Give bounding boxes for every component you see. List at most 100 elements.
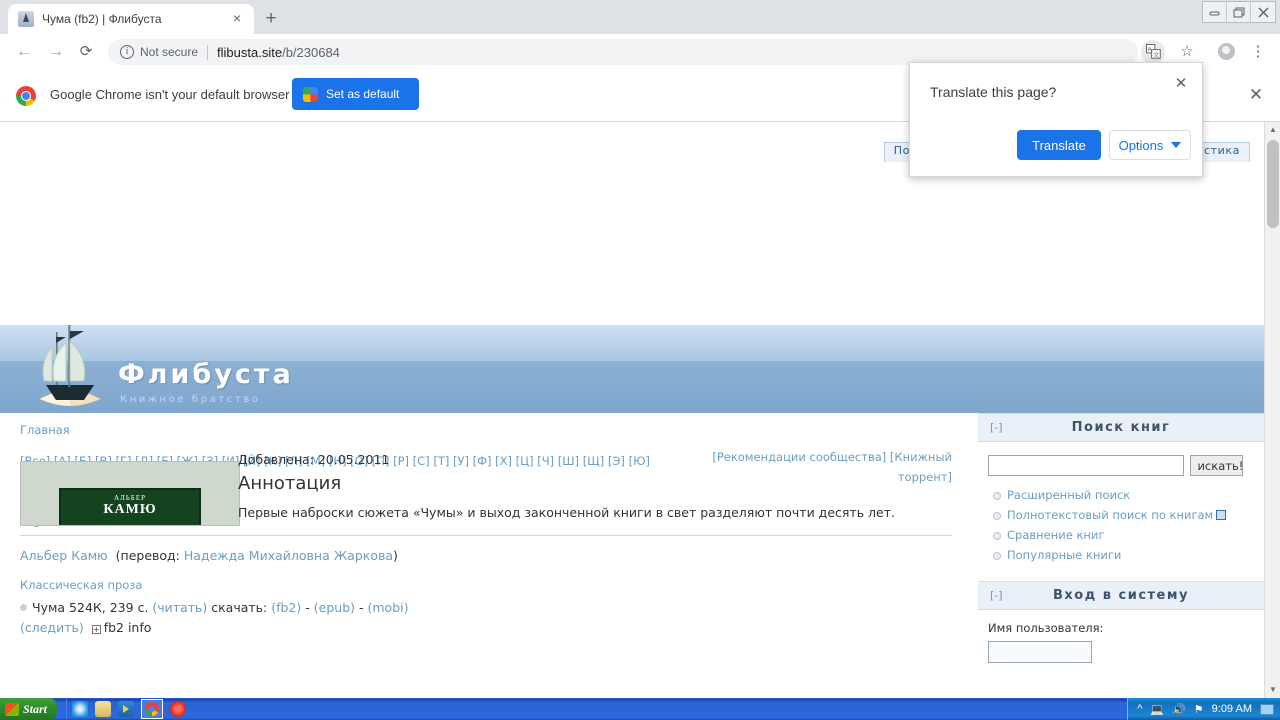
scroll-up-arrow[interactable]: ▲ [1265, 122, 1280, 138]
chrome-menu-icon[interactable]: ⋮ [1246, 40, 1270, 64]
page-viewport: Помощь и контакты Книжная полка Статисти… [0, 122, 1280, 698]
site-subtitle: Книжное братство [120, 394, 261, 405]
chevron-down-icon [1171, 142, 1182, 148]
advanced-search-link[interactable]: Расширенный поиск [1007, 488, 1130, 502]
reload-icon[interactable]: ⟳ [74, 40, 98, 64]
minimize-icon [1209, 11, 1220, 16]
file-line: Чума 524К, 239 с. (читать) скачать: (fb2… [20, 600, 409, 635]
genre-line: Классическая проза [20, 578, 952, 592]
annotation-text: Первые наброски сюжета «Чумы» и выход за… [238, 505, 895, 520]
translate-options-button[interactable]: Options [1109, 130, 1191, 160]
windows-flag-icon [5, 702, 19, 716]
close-button[interactable] [1251, 2, 1275, 22]
download-epub-link[interactable]: (epub) [314, 600, 355, 615]
translate-bubble: Translate this page? ✕ Translate Options [909, 62, 1203, 177]
translate-bubble-title: Translate this page? [930, 84, 1057, 100]
minimize-button[interactable] [1203, 2, 1227, 22]
breadcrumb: Главная [20, 423, 952, 437]
translate-button[interactable]: Translate [1017, 130, 1101, 160]
omnibox-divider [207, 44, 209, 60]
chrome-logo-icon [16, 86, 36, 106]
close-icon[interactable]: ✕ [1172, 75, 1190, 93]
svg-text:文: 文 [1153, 51, 1159, 59]
file-size: 524К [69, 600, 102, 615]
book-cover-image[interactable]: АЛЬБЕР КАМЮ [20, 461, 240, 526]
chevron-up-icon[interactable]: ^ [1137, 703, 1142, 715]
read-link[interactable]: (читать) [152, 600, 207, 615]
compare-books-link[interactable]: Сравнение книг [1007, 528, 1104, 542]
annotation-block: Добавлена: 20.05.2011 Аннотация Первые н… [238, 452, 958, 521]
info-icon[interactable]: i [120, 45, 134, 59]
list-item[interactable]: Расширенный поиск [992, 485, 1254, 505]
close-icon[interactable]: × [230, 11, 244, 26]
profile-avatar-icon[interactable] [1214, 40, 1238, 64]
show-desktop-icon[interactable] [1260, 703, 1274, 715]
site-banner: Флибуста Книжное братство [0, 325, 1264, 413]
folder-icon[interactable] [95, 701, 112, 717]
follow-link[interactable]: (следить) [20, 620, 84, 635]
username-label: Имя пользователя: [988, 621, 1104, 635]
search-links-list: Расширенный поиск Полнотекстовый поиск п… [988, 485, 1254, 565]
username-field[interactable] [988, 641, 1092, 663]
download-fb2-link[interactable]: (fb2) [271, 600, 301, 615]
fb2-info-label[interactable]: fb2 info [104, 620, 152, 635]
search-submit-button[interactable]: искать! [1190, 455, 1244, 476]
search-block-body: искать! Расширенный поиск Полнотекстовый… [978, 442, 1264, 565]
cover-label: АЛЬБЕР КАМЮ [59, 488, 201, 525]
start-label: Start [23, 701, 48, 716]
network-icon[interactable]: 💻 [1150, 703, 1164, 716]
forward-icon[interactable]: → [44, 40, 68, 64]
quick-launch-bar [66, 699, 187, 719]
tab-title: Чума (fb2) | Флибуста [42, 12, 162, 26]
search-input[interactable] [988, 455, 1184, 476]
internet-explorer-icon[interactable] [72, 701, 89, 717]
chrome-icon[interactable] [141, 699, 164, 719]
close-icon[interactable]: ✕ [1246, 85, 1266, 105]
author-link[interactable]: Альбер Камю [20, 548, 108, 563]
site-title: Флибуста [118, 359, 294, 390]
page-count: 239 с. [109, 600, 149, 615]
annotation-title: Аннотация [238, 473, 342, 494]
flag-icon[interactable]: ⚑ [1194, 703, 1204, 716]
scroll-down-arrow[interactable]: ▼ [1265, 682, 1280, 698]
popular-books-link[interactable]: Популярные книги [1007, 548, 1121, 562]
start-button[interactable]: Start [0, 698, 58, 720]
list-item[interactable]: Популярные книги [992, 545, 1254, 565]
list-item[interactable]: Полнотекстовый поиск по книгам [992, 505, 1254, 525]
expand-icon[interactable]: + [91, 625, 101, 634]
browser-tab[interactable]: Чума (fb2) | Флибуста × [8, 4, 254, 34]
back-icon[interactable]: ← [12, 40, 36, 64]
opera-icon[interactable] [170, 701, 187, 717]
search-block-header: [-] Поиск книг [978, 413, 1264, 442]
clock[interactable]: 9:09 AM [1212, 703, 1252, 715]
volume-icon[interactable]: 🔊 [1172, 703, 1186, 716]
fulltext-search-link[interactable]: Полнотекстовый поиск по книгам [1007, 508, 1213, 522]
format-separator-2: - [359, 600, 364, 615]
author-line: Альбер Камю (перевод: Надежда Михайловна… [20, 548, 952, 563]
translator-prefix: (перевод: [115, 548, 180, 563]
added-date: Добавлена: 20.05.2011 [238, 452, 390, 467]
bookmark-star-icon[interactable]: ☆ [1175, 40, 1199, 64]
scrollbar-thumb[interactable] [1267, 140, 1279, 228]
breadcrumb-home-link[interactable]: Главная [20, 423, 70, 437]
ship-favicon [18, 11, 34, 27]
genre-link[interactable]: Классическая проза [20, 578, 142, 592]
url-host: flibusta.site [217, 44, 283, 60]
banner-stripe [0, 325, 1264, 361]
restore-icon [1233, 7, 1244, 17]
new-tab-button[interactable]: + [258, 6, 284, 32]
page-scrollbar[interactable]: ▲ ▼ [1264, 122, 1280, 698]
maximize-button[interactable] [1227, 2, 1251, 22]
download-mobi-link[interactable]: (mobi) [368, 600, 409, 615]
set-as-default-label: Set as default [326, 87, 400, 101]
infobar-message: Google Chrome isn't your default browser [50, 87, 290, 102]
translate-icon[interactable]: A 文 [1141, 40, 1165, 64]
download-label: скачать: [211, 600, 268, 615]
url-path: /b/230684 [282, 44, 340, 60]
translate-options-label: Options [1118, 137, 1164, 153]
set-as-default-button[interactable]: Set as default [292, 78, 419, 110]
translator-link[interactable]: Надежда Михайловна Жаркова [184, 548, 393, 563]
list-item[interactable]: Сравнение книг [992, 525, 1254, 545]
media-player-icon[interactable] [118, 701, 135, 717]
format-separator-1: - [305, 600, 310, 615]
